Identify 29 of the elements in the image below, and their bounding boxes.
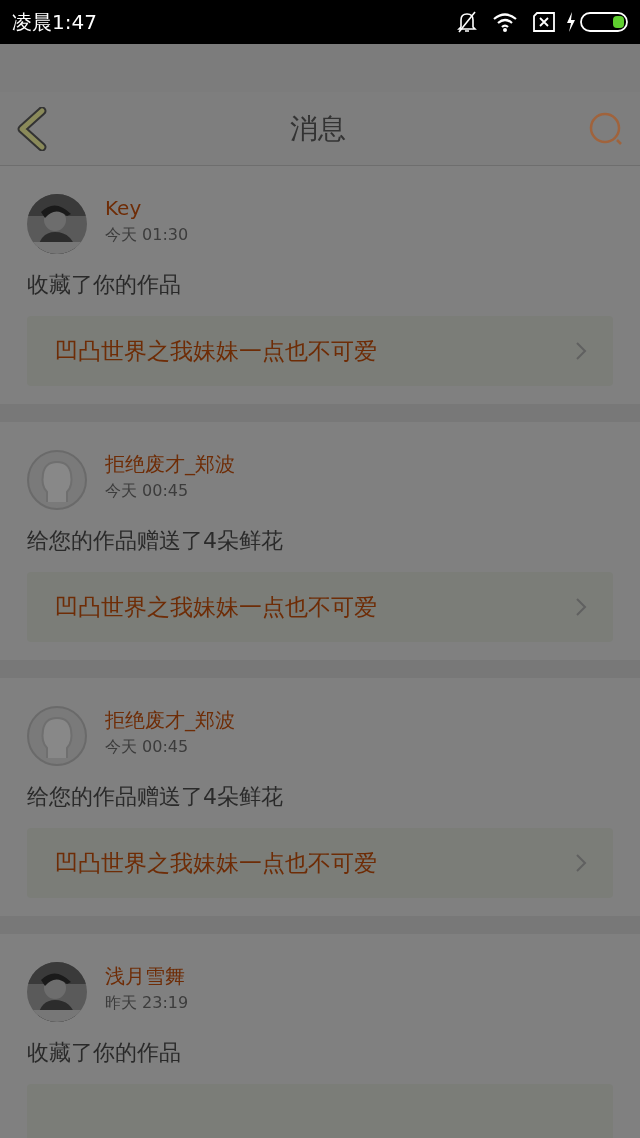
avatar-placeholder-icon (27, 450, 87, 510)
user-name[interactable]: 拒绝废才_郑波 (105, 706, 235, 734)
back-icon[interactable] (16, 106, 48, 151)
wifi-icon (492, 12, 518, 32)
chevron-right-icon (575, 341, 587, 361)
user-name[interactable]: Key (105, 194, 189, 222)
page-title: 消息 (290, 110, 346, 147)
sim-card-icon (532, 12, 556, 32)
chevron-right-icon (575, 853, 587, 873)
search-icon[interactable] (588, 110, 624, 147)
message-text: 收藏了你的作品 (27, 1039, 182, 1067)
avatar-placeholder-icon (27, 706, 87, 766)
message-time: 今天 00:45 (105, 480, 190, 502)
battery-icon (580, 12, 628, 32)
user-name[interactable]: 拒绝废才_郑波 (105, 450, 235, 478)
charging-icon (566, 12, 576, 32)
message-text: 收藏了你的作品 (27, 271, 182, 299)
bell-muted-icon (456, 10, 478, 34)
work-link[interactable]: 凹凸世界之我妹妹一点也不可爱 (27, 828, 613, 898)
message-text: 给您的作品赠送了4朵鲜花 (27, 527, 284, 555)
message-time: 昨天 23:19 (105, 992, 189, 1014)
work-link[interactable]: 凹凸世界之我妹妹一点也不可爱 (27, 572, 613, 642)
status-time: 凌晨1:47 (12, 9, 97, 36)
user-name[interactable]: 浅月雪舞 (105, 962, 189, 990)
message-time: 今天 00:45 (105, 736, 190, 758)
chevron-right-icon (575, 597, 587, 617)
message-text: 给您的作品赠送了4朵鲜花 (27, 783, 284, 811)
work-link[interactable]: 凹凸世界之我妹妹一点也不可爱 (27, 316, 613, 386)
message-time: 今天 01:30 (105, 224, 189, 246)
